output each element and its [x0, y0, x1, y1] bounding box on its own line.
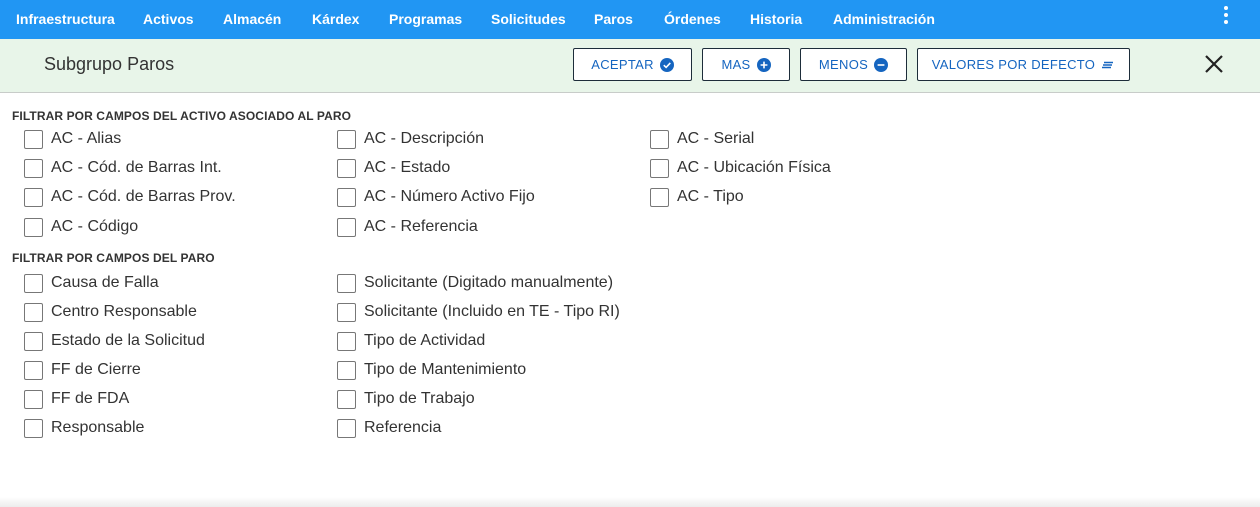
- checkbox-solicitante-digitado[interactable]: Solicitante (Digitado manualmente): [337, 271, 613, 295]
- checkbox-box[interactable]: [337, 187, 356, 207]
- nav-item-programas[interactable]: Programas: [389, 0, 462, 39]
- checkbox-ac-alias[interactable]: AC - Alias: [24, 127, 121, 151]
- top-navigation-bar: Infraestructura Activos Almacén Kárdex P…: [0, 0, 1260, 39]
- checkbox-box[interactable]: [24, 360, 43, 380]
- plus-circle-icon: [756, 57, 771, 72]
- checkbox-ff-de-fda[interactable]: FF de FDA: [24, 387, 129, 411]
- asset-fields-section-title: FILTRAR POR CAMPOS DEL ACTIVO ASOCIADO A…: [12, 109, 352, 123]
- check-circle-icon: [659, 57, 674, 72]
- nav-item-ordenes[interactable]: Órdenes: [664, 0, 721, 39]
- nav-item-almacen[interactable]: Almacén: [223, 0, 281, 39]
- checkbox-label: Causa de Falla: [51, 274, 159, 291]
- stop-fields-section-title: FILTRAR POR CAMPOS DEL PARO: [12, 251, 215, 265]
- accept-button[interactable]: ACEPTAR: [573, 48, 692, 81]
- checkbox-label: Tipo de Mantenimiento: [364, 361, 527, 378]
- checkbox-label: AC - Alias: [51, 130, 122, 147]
- default-values-button[interactable]: VALORES POR DEFECTO: [917, 48, 1130, 81]
- nav-item-paros[interactable]: Paros: [594, 0, 633, 39]
- checkbox-box[interactable]: [337, 331, 356, 351]
- checkbox-box[interactable]: [24, 302, 43, 322]
- nav-item-kardex[interactable]: Kárdex: [312, 0, 359, 39]
- checkbox-ac-cod-barras-prov[interactable]: AC - Cód. de Barras Prov.: [24, 185, 236, 209]
- checkbox-label: Tipo de Trabajo: [364, 390, 475, 407]
- checkbox-box[interactable]: [24, 389, 43, 409]
- checkbox-box[interactable]: [337, 158, 356, 178]
- checkbox-ac-numero-activo-fijo[interactable]: AC - Número Activo Fijo: [337, 185, 535, 209]
- less-button-label: MENOS: [818, 57, 869, 72]
- bottom-edge-shadow: [0, 497, 1260, 507]
- checkbox-ac-descripcion[interactable]: AC - Descripción: [337, 127, 484, 151]
- checkbox-causa-de-falla[interactable]: Causa de Falla: [24, 271, 159, 295]
- checkbox-box[interactable]: [337, 129, 356, 149]
- accept-button-label: ACEPTAR: [591, 57, 654, 72]
- checkbox-ac-serial[interactable]: AC - Serial: [650, 127, 754, 151]
- nav-item-infraestructura[interactable]: Infraestructura: [16, 0, 115, 39]
- checkbox-ac-ubicacion-fisica[interactable]: AC - Ubicación Física: [650, 156, 831, 180]
- checkbox-label: AC - Serial: [677, 130, 755, 147]
- checkbox-tipo-de-mantenimiento[interactable]: Tipo de Mantenimiento: [337, 358, 526, 382]
- checkbox-estado-de-la-solicitud[interactable]: Estado de la Solicitud: [24, 329, 205, 353]
- kebab-menu-icon[interactable]: [1216, 5, 1236, 27]
- checkbox-box[interactable]: [337, 273, 356, 293]
- checkbox-label: AC - Estado: [364, 159, 451, 176]
- checkbox-box[interactable]: [337, 302, 356, 322]
- checkbox-box[interactable]: [337, 389, 356, 409]
- checkbox-label: AC - Tipo: [677, 188, 744, 205]
- checkbox-ff-de-cierre[interactable]: FF de Cierre: [24, 358, 141, 382]
- checkbox-box[interactable]: [24, 418, 43, 438]
- close-icon[interactable]: [1202, 52, 1226, 76]
- nav-item-administracion[interactable]: Administración: [833, 0, 935, 39]
- checkbox-label: FF de FDA: [51, 390, 130, 407]
- checkbox-ac-estado[interactable]: AC - Estado: [337, 156, 450, 180]
- checkbox-tipo-de-actividad[interactable]: Tipo de Actividad: [337, 329, 485, 353]
- checkbox-label: AC - Cód. de Barras Prov.: [51, 188, 236, 205]
- checkbox-label: Centro Responsable: [51, 303, 197, 320]
- page-title: Subgrupo Paros: [44, 54, 175, 74]
- checkbox-box[interactable]: [24, 187, 43, 207]
- nav-item-solicitudes[interactable]: Solicitudes: [491, 0, 566, 39]
- lines-icon: [1102, 61, 1114, 68]
- checkbox-box[interactable]: [24, 331, 43, 351]
- checkbox-label: Tipo de Actividad: [364, 332, 486, 349]
- checkbox-box[interactable]: [650, 187, 669, 207]
- checkbox-referencia[interactable]: Referencia: [337, 416, 441, 440]
- checkbox-box[interactable]: [24, 158, 43, 178]
- checkbox-box[interactable]: [337, 360, 356, 380]
- checkbox-responsable[interactable]: Responsable: [24, 416, 144, 440]
- checkbox-label: AC - Descripción: [364, 130, 485, 147]
- minus-circle-icon: [874, 57, 889, 72]
- checkbox-ac-codigo[interactable]: AC - Código: [24, 215, 138, 239]
- checkbox-box[interactable]: [24, 129, 43, 149]
- checkbox-centro-responsable[interactable]: Centro Responsable: [24, 300, 197, 324]
- checkbox-box[interactable]: [337, 217, 356, 237]
- subgroup-header: Subgrupo Paros ACEPTAR MAS MENOS VALORES…: [0, 39, 1260, 93]
- nav-item-activos[interactable]: Activos: [143, 0, 194, 39]
- checkbox-label: Solicitante (Incluido en TE - Tipo RI): [364, 303, 620, 320]
- checkbox-label: Solicitante (Digitado manualmente): [364, 274, 614, 291]
- checkbox-box[interactable]: [337, 418, 356, 438]
- checkbox-ac-referencia[interactable]: AC - Referencia: [337, 215, 478, 239]
- checkbox-box[interactable]: [24, 273, 43, 293]
- checkbox-label: Responsable: [51, 419, 145, 436]
- checkbox-label: AC - Cód. de Barras Int.: [51, 159, 222, 176]
- more-button[interactable]: MAS: [702, 48, 790, 81]
- checkbox-tipo-de-trabajo[interactable]: Tipo de Trabajo: [337, 387, 475, 411]
- checkbox-label: Estado de la Solicitud: [51, 332, 205, 349]
- checkbox-box[interactable]: [650, 129, 669, 149]
- default-values-button-label: VALORES POR DEFECTO: [931, 57, 1096, 72]
- checkbox-ac-tipo[interactable]: AC - Tipo: [650, 185, 744, 209]
- checkbox-label: FF de Cierre: [51, 361, 141, 378]
- checkbox-label: AC - Ubicación Física: [677, 159, 831, 176]
- checkbox-label: AC - Código: [51, 218, 139, 235]
- checkbox-label: AC - Referencia: [364, 218, 478, 235]
- nav-item-historia[interactable]: Historia: [750, 0, 802, 39]
- less-button[interactable]: MENOS: [800, 48, 907, 81]
- checkbox-box[interactable]: [24, 217, 43, 237]
- checkbox-box[interactable]: [650, 158, 669, 178]
- more-button-label: MAS: [721, 57, 751, 72]
- checkbox-solicitante-incluido[interactable]: Solicitante (Incluido en TE - Tipo RI): [337, 300, 620, 324]
- checkbox-label: Referencia: [364, 419, 442, 436]
- checkbox-ac-cod-barras-int[interactable]: AC - Cód. de Barras Int.: [24, 156, 222, 180]
- checkbox-label: AC - Número Activo Fijo: [364, 188, 535, 205]
